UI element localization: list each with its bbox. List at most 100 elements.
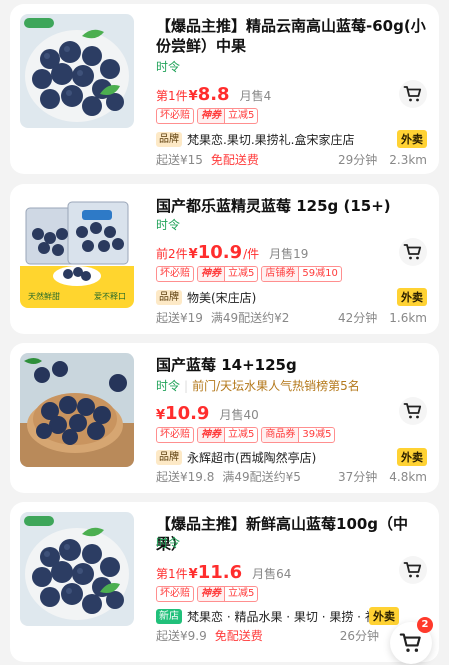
currency-symbol: ¥ xyxy=(188,247,198,262)
delivery-eta: 26分钟 xyxy=(339,629,379,643)
store-name[interactable]: 物美(宋庄店) xyxy=(187,289,397,306)
distance: 1.6km xyxy=(389,310,427,325)
price-value: 8.8 xyxy=(197,84,230,105)
tag-coupon-discount: 神券 立减5 xyxy=(197,266,259,282)
floating-cart-button[interactable]: 2 xyxy=(390,617,433,664)
tag-guarantee: 坏必赔 xyxy=(156,266,194,282)
store-row[interactable]: 品牌 永辉超市(西城陶然亭店) 外卖 xyxy=(156,448,427,466)
price-value: 10.9 xyxy=(197,242,243,263)
shopping-cart-icon xyxy=(403,403,422,419)
tag-guarantee: 坏必赔 xyxy=(156,108,194,124)
shopping-cart-icon xyxy=(403,86,422,102)
seasonal-label: 时令 xyxy=(156,536,181,550)
product-image[interactable] xyxy=(20,512,134,626)
tag-store-coupon: 店铺券 59减10 xyxy=(261,266,342,282)
store-badge: 品牌 xyxy=(156,131,182,147)
promo-tags: 坏必赔 神券 立减5 店铺券 59减10 xyxy=(156,266,342,282)
delivery-eta: 29分钟 xyxy=(337,153,378,167)
store-name[interactable]: 梵果恋 · 精品水果 · 果切 · 果捞 · 礼... xyxy=(187,608,369,625)
monthly-sales: 月售40 xyxy=(219,408,259,422)
product-image[interactable]: 天然鲜甜 爱不释口 xyxy=(20,194,134,308)
product-card[interactable]: 国产蓝莓 14+125g 时令 | 前门/天坛水果人气热销榜第5名 ¥ 10.9 月… xyxy=(10,343,439,493)
min-order: 起送¥19.8 xyxy=(156,470,215,484)
seasonal-label: 时令 xyxy=(156,218,181,232)
distance: 4.8km xyxy=(389,469,427,484)
seasonal-label: 时令 xyxy=(156,60,181,74)
price-value: 10.9 xyxy=(165,403,210,424)
distance: 2.3km xyxy=(389,152,427,167)
banner-left-text: 天然鲜甜 xyxy=(28,292,60,301)
takeout-badge: 外卖 xyxy=(369,607,399,625)
price-prefix: 第1件 xyxy=(156,567,188,581)
takeout-badge: 外卖 xyxy=(397,130,427,148)
price-row: 第1件 ¥ 8.8 月售4 xyxy=(156,84,271,105)
add-to-cart-button[interactable] xyxy=(399,80,427,108)
promo-tags: 坏必赔 神券 立减5 xyxy=(156,586,259,602)
product-title[interactable]: 国产都乐蓝精灵蓝莓 125g (15+) xyxy=(156,196,427,216)
tag-brand: 神券 xyxy=(198,267,225,281)
product-card[interactable]: 【爆品主推】新鲜高山蓝莓100g（中果） 时令 第1件 ¥ 11.6 月售64 … xyxy=(10,502,439,662)
tag-discount: 立减5 xyxy=(228,268,255,279)
product-title[interactable]: 国产蓝莓 14+125g xyxy=(156,355,427,375)
tag-coupon-discount: 神券 立减5 xyxy=(197,586,259,602)
promo-tags: 坏必赔 神券 立减5 xyxy=(156,108,259,124)
delivery-fee: 免配送费 xyxy=(214,629,263,643)
store-row[interactable]: 新店 梵果恋 · 精品水果 · 果切 · 果捞 · 礼... 外卖 xyxy=(156,607,399,625)
add-to-cart-button[interactable] xyxy=(399,556,427,584)
currency-symbol: ¥ xyxy=(156,408,166,423)
store-row[interactable]: 品牌 物美(宋庄店) 外卖 xyxy=(156,288,427,306)
takeout-badge: 外卖 xyxy=(397,448,427,466)
tag-guarantee: 坏必赔 xyxy=(156,586,194,602)
product-title[interactable]: 【爆品主推】新鲜高山蓝莓100g（中果） xyxy=(156,514,427,554)
currency-symbol: ¥ xyxy=(188,89,198,104)
monthly-sales: 月售64 xyxy=(252,567,292,581)
price-row: ¥ 10.9 月售40 xyxy=(156,403,259,424)
store-name[interactable]: 梵果恋.果切.果捞礼.盒宋家庄店 xyxy=(187,131,397,148)
store-name[interactable]: 永辉超市(西城陶然亭店) xyxy=(187,449,397,466)
price-unit: /件 xyxy=(243,247,260,261)
delivery-fee: 满49配送约¥5 xyxy=(222,470,301,484)
seasonal-row: 时令 | 前门/天坛水果人气热销榜第5名 xyxy=(156,379,360,393)
min-order: 起送¥15 xyxy=(156,153,203,167)
tag-discount: 立减5 xyxy=(228,110,255,121)
add-to-cart-button[interactable] xyxy=(399,397,427,425)
tag-coupon-type: 商品券 xyxy=(262,428,300,442)
product-title[interactable]: 【爆品主推】精品云南高山蓝莓-60g(小份尝鲜）中果 xyxy=(156,16,427,56)
tag-coupon-discount: 神券 立减5 xyxy=(197,427,259,443)
ranking-label[interactable]: 前门/天坛水果人气热销榜第5名 xyxy=(192,379,360,393)
store-row[interactable]: 品牌 梵果恋.果切.果捞礼.盒宋家庄店 外卖 xyxy=(156,130,427,148)
product-image[interactable] xyxy=(20,14,134,128)
shopping-cart-icon xyxy=(399,633,421,652)
seasonal-label: 时令 xyxy=(156,379,181,393)
promo-tags: 坏必赔 神券 立减5 商品券 39减5 xyxy=(156,427,336,443)
tag-brand: 神券 xyxy=(198,587,225,601)
price-row: 第1件 ¥ 11.6 月售64 xyxy=(156,562,291,583)
tag-discount: 立减5 xyxy=(228,429,255,440)
price-value: 11.6 xyxy=(197,562,243,583)
min-order: 起送¥19 xyxy=(156,311,203,325)
product-card[interactable]: 天然鲜甜 爱不释口 国产都乐蓝精灵蓝莓 125g (15+) 时令 前2件 ¥ … xyxy=(10,184,439,334)
add-to-cart-button[interactable] xyxy=(399,238,427,266)
tag-discount: 立减5 xyxy=(228,588,255,599)
banner-right-text: 爱不释口 xyxy=(94,292,126,301)
product-image[interactable] xyxy=(20,353,134,467)
delivery-fee: 满49配送约¥2 xyxy=(210,311,290,325)
product-card[interactable]: 【爆品主推】精品云南高山蓝莓-60g(小份尝鲜）中果 时令 第1件 ¥ 8.8 … xyxy=(10,4,439,174)
price-row: 前2件 ¥ 10.9 /件 月售19 xyxy=(156,242,308,263)
tag-coupon-value: 39减5 xyxy=(302,429,332,440)
delivery-fee: 免配送费 xyxy=(210,153,259,167)
currency-symbol: ¥ xyxy=(188,567,198,582)
delivery-row: 起送¥19.8 满49配送约¥5 37分钟 4.8km xyxy=(156,468,427,485)
tag-brand: 神券 xyxy=(198,109,225,123)
price-prefix: 第1件 xyxy=(156,89,188,103)
tag-coupon-discount: 神券 立减5 xyxy=(197,108,259,124)
shopping-cart-icon xyxy=(403,244,422,260)
monthly-sales: 月售4 xyxy=(239,89,272,103)
cart-count-badge: 2 xyxy=(417,617,433,633)
store-badge: 品牌 xyxy=(156,449,182,465)
min-order: 起送¥9.9 xyxy=(156,629,207,643)
delivery-eta: 37分钟 xyxy=(337,470,378,484)
tag-brand: 神券 xyxy=(198,428,225,442)
tag-guarantee: 坏必赔 xyxy=(156,427,194,443)
shopping-cart-icon xyxy=(403,562,422,578)
